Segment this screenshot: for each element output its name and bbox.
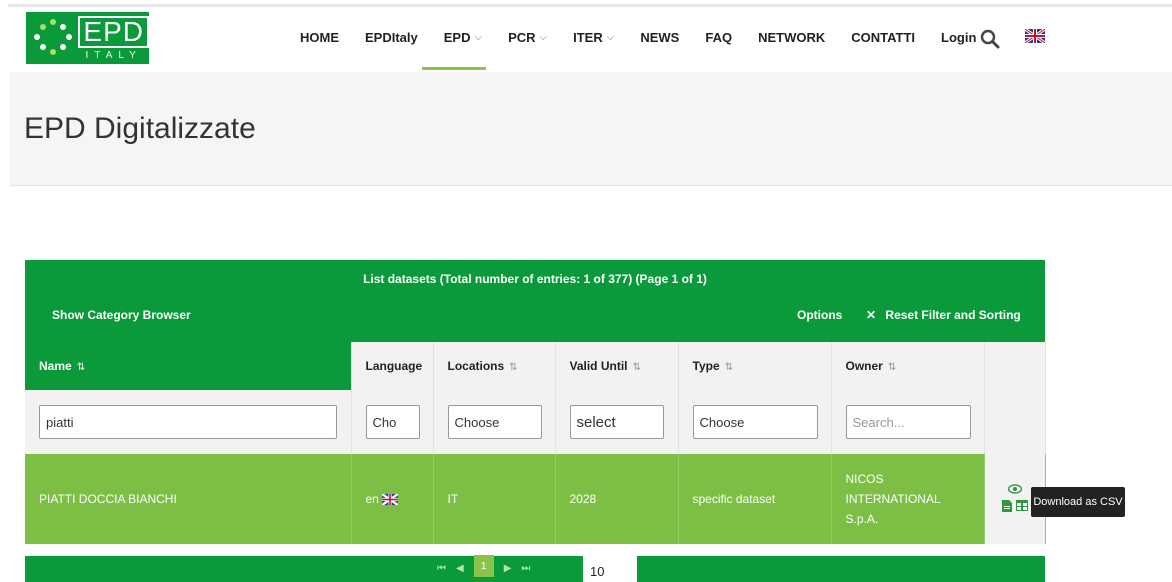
nav-network-label: NETWORK	[758, 30, 826, 45]
owner-line: INTERNATIONAL	[845, 492, 941, 506]
cell-language-text: en	[365, 492, 379, 506]
current-page[interactable]: 1	[473, 555, 494, 577]
column-header-locations[interactable]: Locations ⇅	[433, 342, 556, 390]
actions-filter-cell	[984, 390, 1046, 454]
nav-epditaly-label: EPDItaly	[365, 30, 418, 45]
sort-icon: ⇅	[887, 362, 897, 373]
nav-login-label: Login	[941, 30, 977, 45]
prev-page-icon[interactable]: ◀	[456, 563, 464, 574]
first-page-icon[interactable]: ⏮	[437, 563, 446, 574]
table-row[interactable]: PIATTI DOCCIA BIANCHI en IT 2028 specifi…	[25, 454, 1046, 544]
panel-header: List datasets (Total number of entries: …	[25, 260, 1045, 342]
nav-contatti[interactable]: CONTATTI	[851, 30, 915, 45]
column-header-name[interactable]: Name ⇅	[25, 342, 352, 390]
language-filter-cell: Cho	[351, 390, 434, 454]
show-category-browser-button[interactable]: Show Category Browser	[52, 308, 191, 322]
nav-network[interactable]: NETWORK	[758, 30, 825, 45]
nav-news[interactable]: NEWS	[640, 30, 679, 45]
column-header-language-label: Language	[365, 359, 423, 373]
page-size-select[interactable]: 10	[590, 564, 604, 579]
locations-filter-select[interactable]: Choose	[447, 405, 542, 439]
table-icon[interactable]	[1015, 499, 1028, 511]
next-page-icon[interactable]: ▶	[504, 563, 512, 574]
owner-filter-cell: Search...	[831, 390, 985, 454]
reset-filter-button[interactable]: ✕ Reset Filter and Sorting	[866, 308, 1021, 322]
column-header-type-label: Type	[692, 359, 720, 373]
datasets-table: Name ⇅ Language Locations ⇅ Valid Until ⇅ T…	[25, 342, 1046, 544]
column-header-valid-until[interactable]: Valid Until ⇅	[555, 342, 679, 390]
type-filter-cell: Choose	[678, 390, 832, 454]
search-icon[interactable]	[980, 29, 1000, 49]
eye-icon[interactable]	[1007, 483, 1022, 494]
owner-search-input[interactable]: Search...	[845, 405, 971, 439]
nav-pcr[interactable]: PCR ⌵	[508, 30, 547, 45]
last-page-icon[interactable]: ⏭	[521, 563, 530, 574]
nav-faq[interactable]: FAQ	[705, 30, 732, 45]
main-nav: HOME EPDItaly EPD ⌵ PCR ⌵ ITER ⌵ NEWS FAQ N…	[300, 30, 1002, 45]
cell-location: IT	[433, 454, 556, 544]
name-filter-input[interactable]: piatti	[39, 405, 337, 439]
type-filter-select[interactable]: Choose	[692, 405, 818, 439]
pagination: ⏮ ◀ 1 ▶ ⏭	[437, 555, 540, 577]
nav-epd[interactable]: EPD ⌵	[444, 30, 482, 45]
logo-dots-icon	[30, 16, 72, 60]
page-banner: EPD Digitalizzate	[10, 72, 1172, 186]
top-border	[8, 4, 1172, 7]
nav-epd-label: EPD	[443, 30, 471, 45]
nav-epditaly[interactable]: EPDItaly	[365, 30, 418, 45]
uk-flag-icon[interactable]	[1025, 29, 1045, 43]
logo-sub-text: ITALY	[85, 49, 142, 61]
chevron-down-icon: ⌵	[606, 32, 615, 43]
pager-bar-right	[637, 556, 1045, 582]
valid-until-filter-select[interactable]: select	[569, 405, 664, 439]
reset-filter-label: Reset Filter and Sorting	[885, 308, 1021, 322]
column-header-type[interactable]: Type ⇅	[678, 342, 832, 390]
options-button[interactable]: Options	[797, 308, 842, 322]
cell-language: en	[351, 454, 434, 544]
nav-active-underline	[422, 67, 486, 70]
page-title: EPD Digitalizzate	[24, 112, 256, 145]
nav-home-label: HOME	[300, 30, 339, 45]
sort-icon: ⇅	[632, 362, 641, 373]
column-header-owner[interactable]: Owner ⇅	[831, 342, 985, 390]
column-header-actions	[984, 342, 1046, 390]
list-title: List datasets (Total number of entries: …	[363, 272, 707, 286]
logo-text: EPD ITALY	[78, 15, 149, 61]
owner-line: S.p.A.	[845, 512, 879, 526]
column-header-name-label: Name	[39, 359, 72, 373]
locations-filter-cell: Choose	[433, 390, 556, 454]
nav-contatti-label: CONTATTI	[851, 30, 916, 45]
epd-italy-logo[interactable]: EPD ITALY	[26, 12, 149, 64]
nav-login[interactable]: Login	[941, 30, 976, 45]
close-icon: ✕	[866, 308, 877, 322]
owner-line: NICOS	[845, 472, 884, 486]
nav-faq-label: FAQ	[705, 30, 733, 45]
sort-icon: ⇅	[76, 362, 86, 373]
language-filter-select[interactable]: Cho	[365, 405, 420, 439]
download-csv-tooltip: Download as CSV	[1031, 487, 1125, 517]
sort-icon: ⇅	[724, 362, 734, 373]
document-icon[interactable]	[1001, 499, 1012, 512]
column-header-language: Language	[351, 342, 434, 390]
cell-valid-until: 2028	[555, 454, 679, 544]
cell-owner: NICOS INTERNATIONAL S.p.A.	[831, 454, 985, 544]
uk-flag-icon	[381, 494, 398, 506]
sort-icon: ⇅	[509, 362, 518, 373]
column-header-locations-label: Locations	[447, 359, 505, 373]
chevron-down-icon: ⌵	[539, 32, 548, 43]
chevron-down-icon: ⌵	[474, 32, 483, 43]
nav-iter[interactable]: ITER ⌵	[573, 30, 614, 45]
valid-until-filter-cell: select	[555, 390, 679, 454]
nav-iter-label: ITER	[573, 30, 603, 45]
logo-main-text: EPD	[78, 15, 149, 48]
nav-home[interactable]: HOME	[300, 30, 339, 45]
nav-pcr-label: PCR	[508, 30, 536, 45]
column-header-valid-until-label: Valid Until	[569, 359, 628, 373]
cell-name[interactable]: PIATTI DOCCIA BIANCHI	[25, 454, 352, 544]
cell-type: specific dataset	[678, 454, 832, 544]
datasets-panel: List datasets (Total number of entries: …	[25, 260, 1046, 544]
name-filter-cell: piatti	[25, 390, 352, 454]
column-header-owner-label: Owner	[845, 359, 883, 373]
nav-news-label: NEWS	[640, 30, 680, 45]
